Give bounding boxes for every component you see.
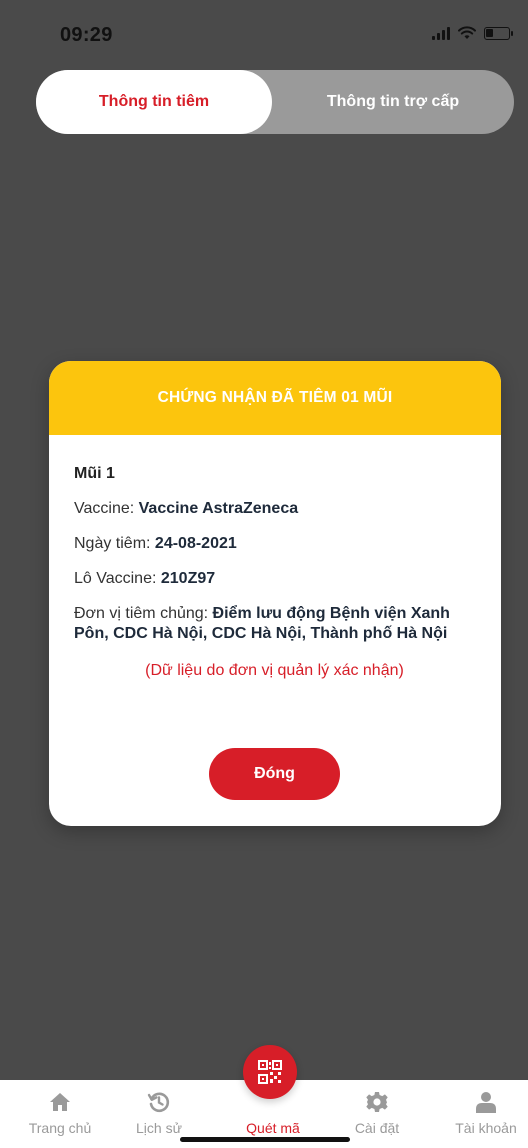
modal-title: CHỨNG NHẬN ĐÃ TIÊM 01 MŨI <box>157 389 393 406</box>
nav-item-history[interactable]: Lịch sử <box>109 1080 209 1136</box>
nav-item-account[interactable]: Tài khoản <box>436 1080 528 1136</box>
nav-label-scan: Quét mã <box>246 1120 300 1136</box>
lot-value: 210Z97 <box>160 570 216 587</box>
home-icon <box>50 1093 70 1111</box>
close-button[interactable]: Đóng <box>209 748 340 800</box>
status-bar: 09:29 <box>0 0 528 64</box>
vaccine-value: Vaccine AstraZeneca <box>138 500 299 517</box>
nav-item-settings[interactable]: Cài đặt <box>327 1080 427 1136</box>
cellular-signal-icon <box>432 26 450 40</box>
tab-vaccination-info[interactable]: Thông tin tiêm <box>36 70 272 134</box>
dose-title: Mũi 1 <box>74 465 115 482</box>
battery-icon <box>484 26 513 40</box>
status-time: 09:29 <box>60 24 113 46</box>
user-icon <box>476 1092 496 1113</box>
certificate-modal: CHỨNG NHẬN ĐÃ TIÊM 01 MŨI Mũi 1 Vaccine:… <box>49 361 501 826</box>
vaccine-label: Vaccine: <box>74 500 139 517</box>
date-label: Ngày tiêm: <box>74 535 155 552</box>
status-icons <box>432 26 513 40</box>
date-value: 24-08-2021 <box>154 535 237 552</box>
unit-label: Đơn vị tiêm chủng: <box>74 605 213 622</box>
modal-body: Mũi 1 Vaccine: Vaccine AstraZeneca Ngày … <box>49 435 501 680</box>
screen: 09:29 Thông tin tiêm Thông tin trợ cấp C… <box>0 0 528 1148</box>
lot-row: Lô Vaccine: 210Z97 <box>74 569 475 588</box>
history-icon <box>147 1092 170 1113</box>
lot-label: Lô Vaccine: <box>74 570 161 587</box>
vaccine-row: Vaccine: Vaccine AstraZeneca <box>74 499 475 518</box>
nav-item-home[interactable]: Trang chủ <box>10 1080 110 1136</box>
verification-note: (Dữ liệu do đơn vị quản lý xác nhận) <box>145 662 404 679</box>
nav-label-settings: Cài đặt <box>354 1120 400 1136</box>
gear-icon <box>366 1092 388 1112</box>
qr-code-icon <box>258 1060 282 1084</box>
nav-label-home: Trang chủ <box>28 1120 92 1136</box>
nav-label-history: Lịch sử <box>136 1120 182 1136</box>
tab-subsidy-info[interactable]: Thông tin trợ cấp <box>272 70 514 134</box>
wifi-icon <box>458 26 476 39</box>
unit-row: Đơn vị tiêm chủng: Điểm lưu động Bệnh vi… <box>74 604 475 644</box>
scan-qr-button[interactable] <box>243 1045 297 1099</box>
modal-header: CHỨNG NHẬN ĐÃ TIÊM 01 MŨI <box>49 361 501 435</box>
segmented-tabs: Thông tin tiêm Thông tin trợ cấp <box>36 70 514 134</box>
home-indicator <box>180 1137 350 1142</box>
nav-label-account: Tài khoản <box>455 1120 517 1136</box>
date-row: Ngày tiêm: 24-08-2021 <box>74 534 475 553</box>
